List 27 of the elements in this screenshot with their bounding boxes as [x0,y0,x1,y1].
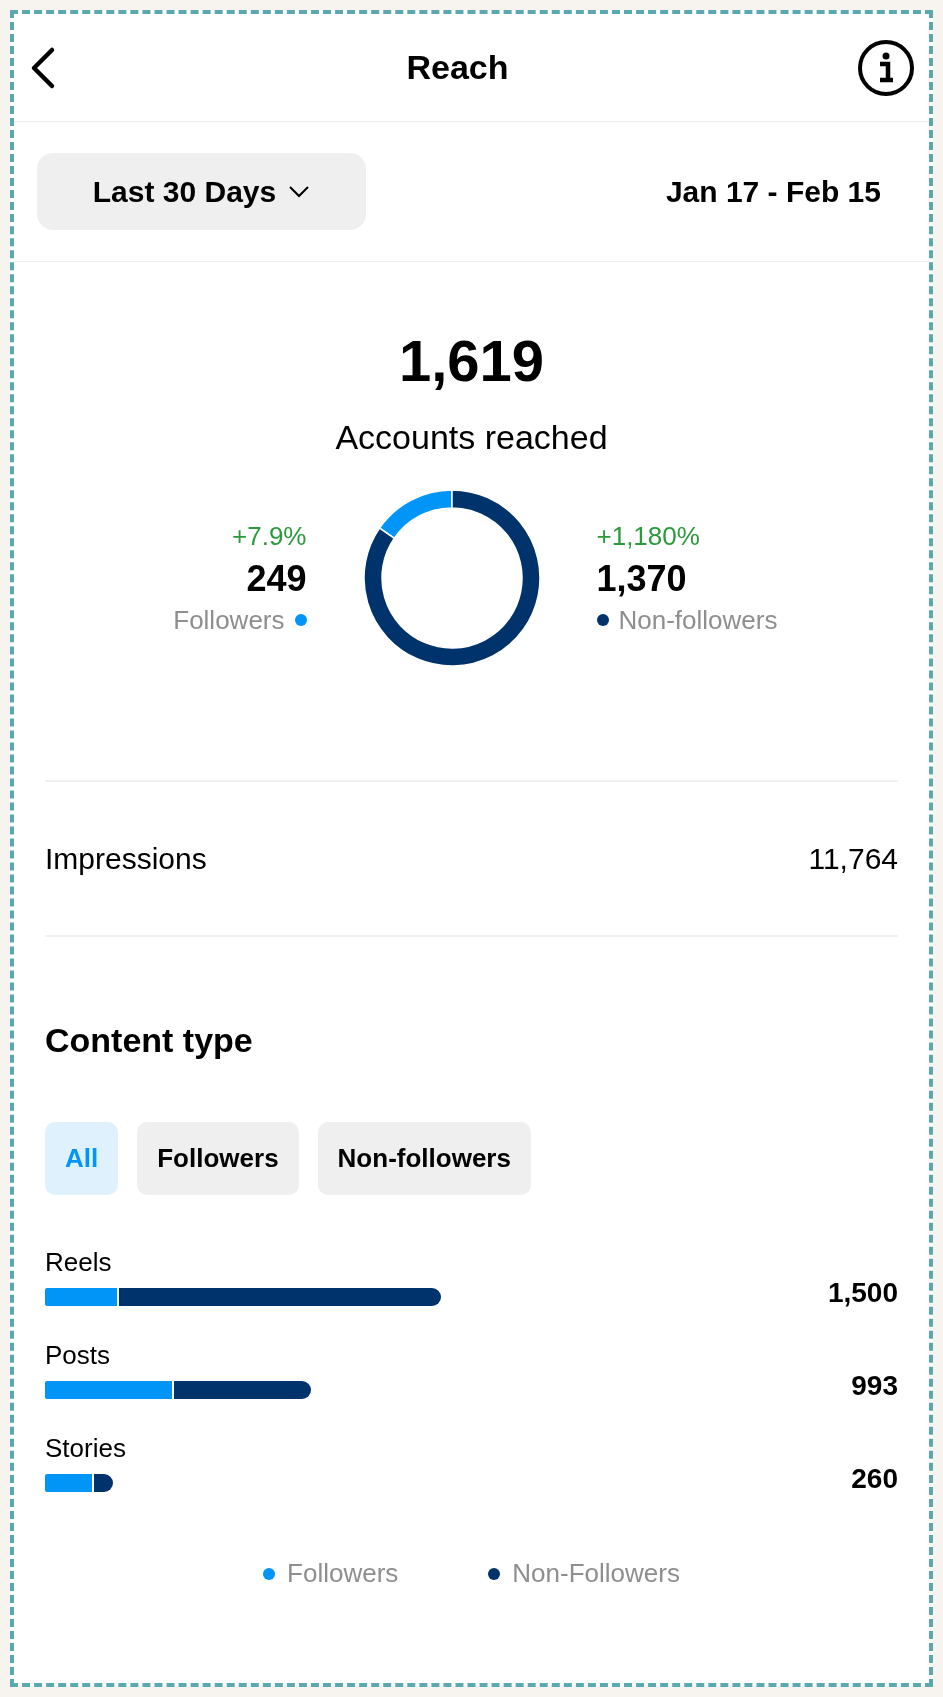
change-percent: +7.9% [232,519,307,553]
page-title: Reach [406,47,509,88]
stacked-bar [45,1474,113,1492]
stat-label: Followers [173,603,285,637]
chevron-down-icon [288,184,311,199]
content-type-value: 260 [851,1462,898,1496]
date-range-text: Jan 17 - Feb 15 [665,174,881,210]
section-title: Content type [45,1020,254,1061]
accounts-reached-count: 1,619 [398,332,545,390]
content-type-value: 1,500 [827,1276,898,1310]
legend-label: Non-Followers [512,1557,680,1590]
date-range-dropdown[interactable]: Last 30 Days [37,153,366,230]
filter-tab[interactable]: Non-followers [317,1122,531,1195]
content-type-label: Posts [45,1339,112,1372]
stat-label: Non-followers [618,603,778,637]
filter-tab[interactable]: Followers [137,1122,299,1195]
stat-value: 1,370 [596,556,687,601]
content-type-value: 993 [851,1369,898,1403]
impressions-value: 11,764 [808,841,898,877]
stat-value: 249 [246,556,307,601]
content-type-label: Reels [45,1246,113,1279]
impressions-label: Impressions [45,841,207,877]
change-percent: +1,180% [596,519,700,553]
legend-label: Followers [287,1557,399,1590]
content-type-label: Stories [45,1432,126,1465]
info-icon[interactable] [857,38,915,97]
accounts-reached-label: Accounts reached [335,417,608,458]
